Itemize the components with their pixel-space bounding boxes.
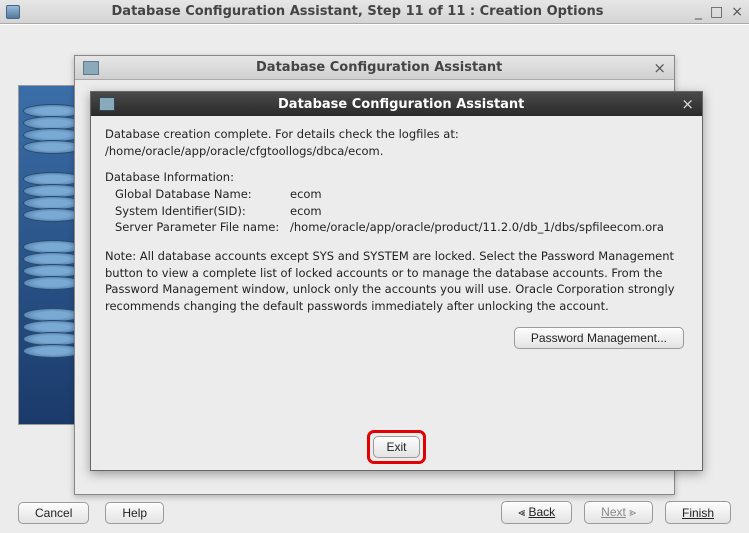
completion-dialog-body: Database creation complete. For details … bbox=[91, 116, 702, 470]
info-value: ecom bbox=[290, 186, 322, 203]
help-button[interactable]: Help bbox=[105, 502, 164, 524]
completion-message-line1: Database creation complete. For details … bbox=[105, 126, 688, 143]
info-value: /home/oracle/app/oracle/product/11.2.0/d… bbox=[290, 219, 664, 236]
cancel-button[interactable]: Cancel bbox=[18, 502, 89, 524]
back-button[interactable]: ⪡ Back bbox=[501, 501, 572, 524]
info-value: ecom bbox=[290, 203, 322, 220]
close-button[interactable]: × bbox=[731, 4, 743, 20]
completion-dialog-close-button[interactable]: × bbox=[681, 95, 694, 113]
next-button[interactable]: Next ⪢ bbox=[584, 501, 653, 524]
info-label: System Identifier(SID): bbox=[105, 203, 290, 220]
outer-window-titlebar: Database Configuration Assistant, Step 1… bbox=[0, 0, 749, 24]
info-row: Global Database Name: ecom bbox=[105, 186, 688, 203]
minimize-button[interactable]: _ bbox=[695, 4, 702, 20]
info-row: System Identifier(SID): ecom bbox=[105, 203, 688, 220]
database-info-header: Database Information: bbox=[105, 169, 688, 186]
note-text: Note: All database accounts except SYS a… bbox=[105, 248, 688, 315]
dialog-icon bbox=[99, 97, 115, 111]
completion-message-line2: /home/oracle/app/oracle/cfgtoollogs/dbca… bbox=[105, 143, 688, 160]
progress-dialog-titlebar: Database Configuration Assistant × bbox=[75, 56, 674, 80]
back-arrow-icon: ⪡ bbox=[518, 505, 525, 519]
maximize-button[interactable]: □ bbox=[710, 4, 723, 20]
info-label: Server Parameter File name: bbox=[105, 219, 290, 236]
wizard-nav-bar: Cancel Help ⪡ Back Next ⪢ Finish bbox=[18, 501, 731, 524]
password-management-button[interactable]: Password Management... bbox=[514, 327, 684, 349]
progress-dialog-close-button[interactable]: × bbox=[653, 59, 666, 77]
outer-window-title: Database Configuration Assistant, Step 1… bbox=[20, 4, 695, 19]
finish-button[interactable]: Finish bbox=[665, 501, 731, 524]
completion-dialog: Database Configuration Assistant × Datab… bbox=[90, 91, 703, 471]
dialog-icon bbox=[83, 61, 99, 75]
completion-dialog-titlebar: Database Configuration Assistant × bbox=[91, 92, 702, 116]
progress-dialog-title: Database Configuration Assistant bbox=[105, 60, 653, 75]
window-controls: _ □ × bbox=[695, 4, 743, 20]
info-label: Global Database Name: bbox=[105, 186, 290, 203]
info-row: Server Parameter File name: /home/oracle… bbox=[105, 219, 688, 236]
app-icon bbox=[6, 5, 20, 19]
exit-highlight: Exit bbox=[367, 430, 425, 464]
completion-dialog-title: Database Configuration Assistant bbox=[121, 97, 681, 112]
next-arrow-icon: ⪢ bbox=[629, 505, 636, 519]
exit-button[interactable]: Exit bbox=[373, 436, 419, 458]
outer-window-body: Database Configuration Assistant × ... D… bbox=[0, 24, 749, 533]
